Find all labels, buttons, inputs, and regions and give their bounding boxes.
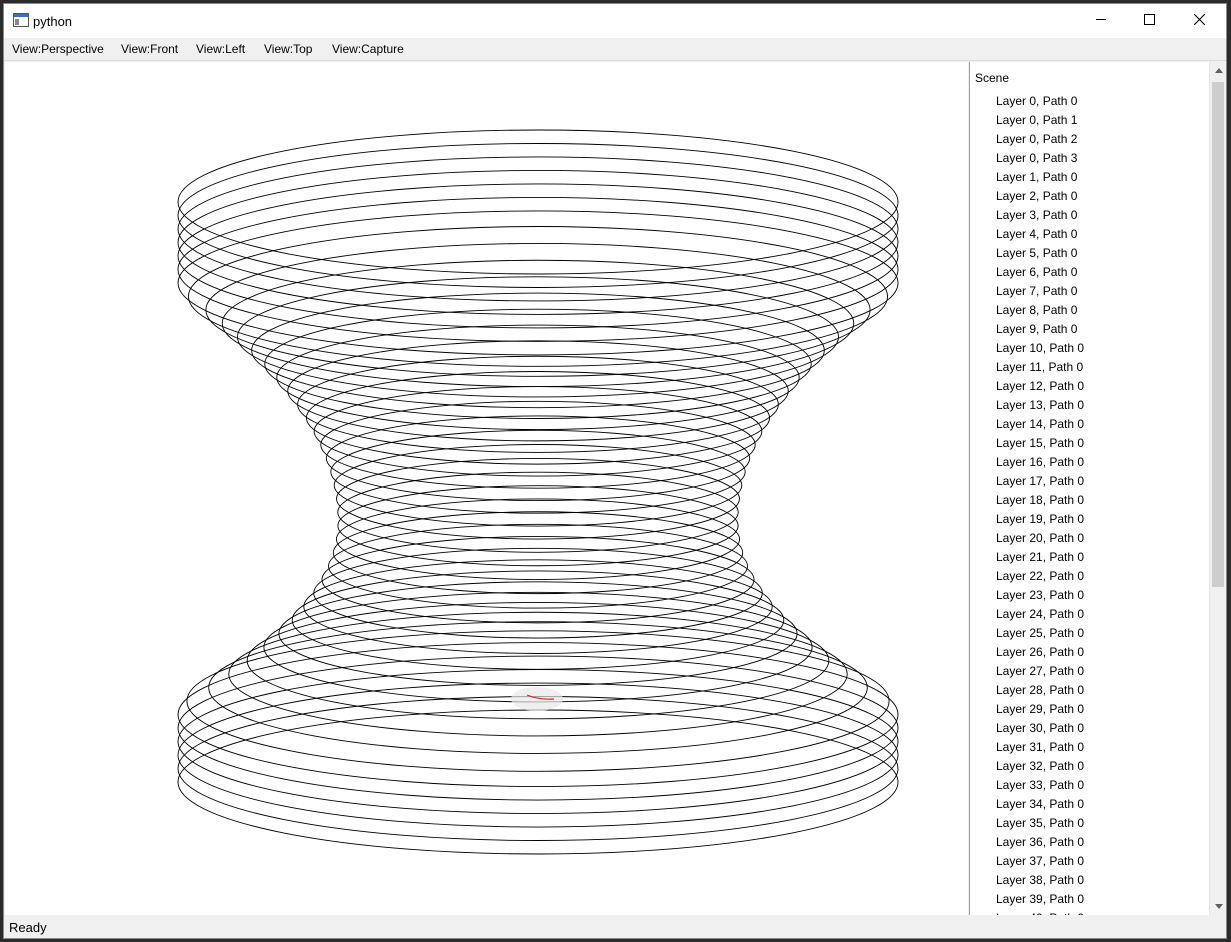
scene-tree-item[interactable]: Layer 0, Path 3 [996, 149, 1084, 168]
maximize-button[interactable] [1126, 4, 1173, 38]
scene-tree-item[interactable]: Layer 20, Path 0 [996, 529, 1084, 548]
scroll-up-arrow-icon[interactable] [1210, 62, 1226, 79]
close-icon [1193, 13, 1206, 28]
menu-bar: View:Perspective View:Front View:Left Vi… [4, 38, 1226, 61]
wireframe-ring [297, 355, 779, 453]
scene-tree-item[interactable]: Layer 38, Path 0 [996, 871, 1084, 890]
scroll-down-arrow-icon[interactable] [1210, 898, 1226, 915]
scene-tree-panel: Scene Layer 0, Path 0 Layer 0, Path 1 Laye… [969, 62, 1226, 915]
scene-tree-item[interactable]: Layer 13, Path 0 [996, 396, 1084, 415]
scene-tree-item[interactable]: Layer 24, Path 0 [996, 605, 1084, 624]
status-text: Ready [9, 920, 47, 935]
scene-tree-item[interactable]: Layer 28, Path 0 [996, 681, 1084, 700]
scene-tree-item[interactable]: Layer 27, Path 0 [996, 662, 1084, 681]
scene-tree-item[interactable]: Layer 26, Path 0 [996, 643, 1084, 662]
scene-tree-item[interactable]: Layer 30, Path 0 [996, 719, 1084, 738]
menu-view-left[interactable]: View:Left [196, 42, 245, 56]
wireframe-ring [177, 129, 899, 275]
scene-tree-item[interactable]: Layer 11, Path 0 [996, 358, 1084, 377]
scene-tree-item[interactable]: Layer 7, Path 0 [996, 282, 1084, 301]
scene-tree-item[interactable]: Layer 21, Path 0 [996, 548, 1084, 567]
scene-tree-item[interactable]: Layer 33, Path 0 [996, 776, 1084, 795]
wireframe-ring [187, 226, 889, 367]
scroll-thumb[interactable] [1212, 82, 1224, 587]
scene-tree-item[interactable]: Layer 19, Path 0 [996, 510, 1084, 529]
scene-tree-item[interactable]: Layer 3, Path 0 [996, 206, 1084, 225]
scene-tree-item[interactable]: Layer 1, Path 0 [996, 168, 1084, 187]
wireframe-ring [337, 471, 739, 553]
wireframe-ring [291, 570, 785, 670]
app-icon [13, 13, 29, 27]
status-bar: Ready [4, 916, 1226, 938]
scene-tree-item[interactable]: Layer 35, Path 0 [996, 814, 1084, 833]
wireframe-ring [305, 371, 771, 465]
title-bar[interactable]: python [4, 4, 1226, 38]
wireframe-ring [264, 308, 812, 419]
scene-tree-item[interactable]: Layer 10, Path 0 [996, 339, 1084, 358]
scene-tree-item[interactable]: Layer 32, Path 0 [996, 757, 1084, 776]
wireframe-ring [177, 196, 899, 342]
scene-tree-item[interactable]: Layer 4, Path 0 [996, 225, 1084, 244]
wireframe-ring [177, 143, 899, 288]
scene-tree-item[interactable]: Layer 36, Path 0 [996, 833, 1084, 852]
minimize-icon [1096, 14, 1107, 28]
maximize-icon [1144, 14, 1155, 28]
menu-view-perspective[interactable]: View:Perspective [12, 42, 104, 56]
wireframe-ring [177, 696, 899, 841]
scene-tree-item[interactable]: Layer 37, Path 0 [996, 852, 1084, 871]
scene-tree-item[interactable]: Layer 0, Path 1 [996, 111, 1084, 130]
scene-tree-item[interactable]: Layer 18, Path 0 [996, 491, 1084, 510]
scene-tree-item[interactable]: Layer 25, Path 0 [996, 624, 1084, 643]
wireframe-ring [313, 386, 763, 477]
scene-tree-item[interactable]: Layer 39, Path 0 [996, 890, 1084, 909]
scene-tree-item[interactable]: Layer 14, Path 0 [996, 415, 1084, 434]
scene-tree-item[interactable]: Layer 31, Path 0 [996, 738, 1084, 757]
wireframe-ring [251, 292, 825, 409]
scene-tree-item[interactable]: Layer 9, Path 0 [996, 320, 1084, 339]
menu-view-capture[interactable]: View:Capture [332, 42, 404, 56]
menu-view-front[interactable]: View:Front [121, 42, 178, 56]
scene-tree-item[interactable]: Layer 40, Path 0 [996, 909, 1084, 915]
menu-view-top[interactable]: View:Top [264, 42, 312, 56]
window-title: python [33, 14, 73, 29]
scene-tree-item[interactable]: Layer 17, Path 0 [996, 472, 1084, 491]
axis-gizmo-shadow [511, 687, 563, 711]
minimize-button[interactable] [1078, 4, 1125, 38]
scene-tree-item[interactable]: Layer 2, Path 0 [996, 187, 1084, 206]
scene-tree-item[interactable]: Layer 29, Path 0 [996, 700, 1084, 719]
scene-tree-item[interactable]: Layer 22, Path 0 [996, 567, 1084, 586]
scene-tree-item[interactable]: Layer 5, Path 0 [996, 244, 1084, 263]
wireframe-ring [313, 547, 763, 639]
close-button[interactable] [1176, 4, 1223, 38]
wireframe-ring [237, 276, 839, 398]
scene-tree-item[interactable]: Layer 0, Path 0 [996, 92, 1084, 111]
app-window: python View:Perspective View:Front View:… [3, 3, 1227, 939]
scene-tree-item[interactable]: Layer 6, Path 0 [996, 263, 1084, 282]
wireframe-ring [177, 655, 899, 801]
3d-viewport[interactable] [5, 62, 968, 915]
wireframe-ring [177, 709, 899, 855]
scene-tree-item[interactable]: Layer 23, Path 0 [996, 586, 1084, 605]
wireframe-ring [177, 156, 899, 302]
wireframe-ring [177, 210, 899, 356]
scene-scrollbar[interactable] [1209, 62, 1226, 915]
scene-tree-item[interactable]: Layer 15, Path 0 [996, 434, 1084, 453]
hyperboloid-wireframe [177, 129, 899, 855]
scene-tree-item[interactable]: Layer 0, Path 2 [996, 130, 1084, 149]
scene-tree-list: Layer 0, Path 0 Layer 0, Path 1 Layer 0, P… [996, 92, 1084, 915]
scene-tree-item[interactable]: Layer 34, Path 0 [996, 795, 1084, 814]
scene-tree-item[interactable]: Layer 16, Path 0 [996, 453, 1084, 472]
scene-tree-item[interactable]: Layer 8, Path 0 [996, 301, 1084, 320]
wireframe-ring [177, 183, 899, 329]
wireframe-ring [177, 642, 899, 788]
wireframe-ring [303, 559, 773, 654]
scene-tree-title: Scene [975, 71, 1010, 85]
scene-tree-item[interactable]: Layer 12, Path 0 [996, 377, 1084, 396]
